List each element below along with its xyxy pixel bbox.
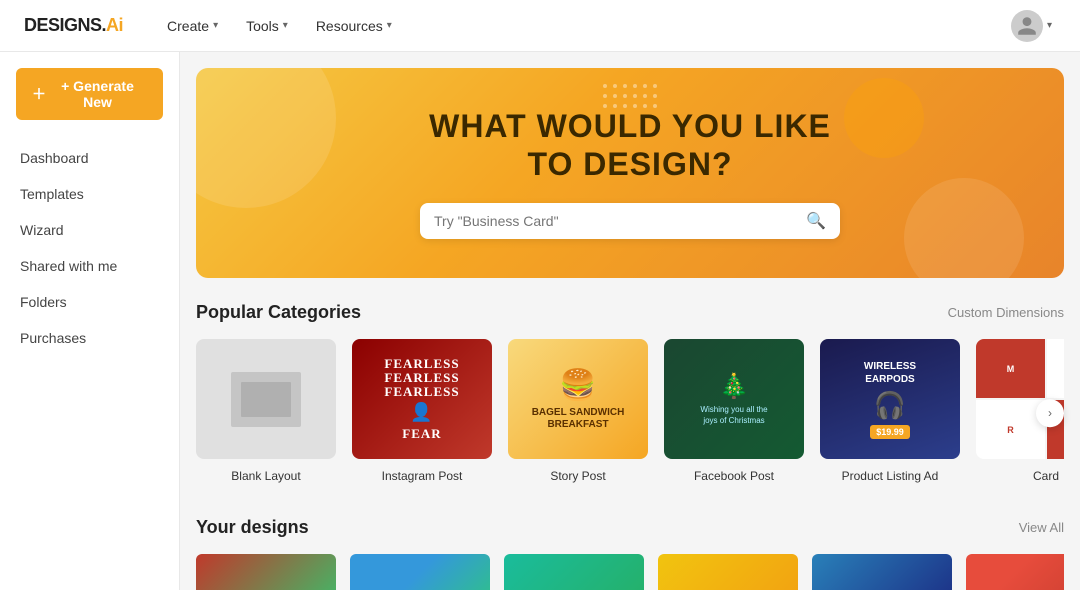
sidebar-label-shared: Shared with me: [20, 258, 117, 274]
categories-title: Popular Categories: [196, 302, 361, 323]
search-input[interactable]: [434, 213, 806, 229]
section-header-designs: Your designs View All: [196, 509, 1064, 538]
main-nav: Create ▾ Tools ▾ Resources ▾: [155, 12, 1007, 40]
chevron-down-icon: ▾: [283, 20, 288, 31]
nav-create[interactable]: Create ▾: [155, 12, 230, 40]
design-thumb-5[interactable]: [812, 554, 952, 590]
chevron-down-icon: ▾: [1047, 20, 1052, 31]
hero-banner: WHAT WOULD YOU LIKE TO DESIGN? 🔍: [196, 68, 1064, 278]
avatar: [1011, 10, 1043, 42]
designs-row: [196, 554, 1064, 590]
category-label-facebook: Facebook Post: [694, 469, 774, 483]
nav-resources-label: Resources: [316, 18, 383, 34]
sidebar-label-templates: Templates: [20, 186, 84, 202]
category-product-listing[interactable]: WIRELESSEARPODS 🎧 $19.99 Product Listing…: [820, 339, 960, 485]
nav-tools[interactable]: Tools ▾: [234, 12, 300, 40]
header-right: ▾: [1007, 6, 1056, 46]
categories-wrapper: Blank Layout FEARLESS FEARLESS FEARLESS …: [196, 339, 1064, 493]
nav-tools-label: Tools: [246, 18, 279, 34]
category-img-story: 🍔 BAGEL SANDWICHBREAKFAST: [508, 339, 648, 459]
main-content: WHAT WOULD YOU LIKE TO DESIGN? 🔍 Popular…: [180, 52, 1080, 590]
sidebar-label-wizard: Wizard: [20, 222, 64, 238]
sidebar-label-purchases: Purchases: [20, 330, 86, 346]
category-label-blank: Blank Layout: [231, 469, 300, 483]
popular-categories-section: Popular Categories Custom Dimensions: [180, 294, 1080, 509]
design-thumb-3[interactable]: [504, 554, 644, 590]
category-story-post[interactable]: 🍔 BAGEL SANDWICHBREAKFAST Story Post: [508, 339, 648, 485]
section-header-categories: Popular Categories Custom Dimensions: [196, 294, 1064, 323]
hero-title-line1: WHAT WOULD YOU LIKE: [429, 107, 831, 145]
logo-text: DESIGNS.Ai: [24, 15, 123, 36]
category-label-instagram: Instagram Post: [382, 469, 463, 483]
category-img-facebook: 🎄 Wishing you all thejoys of Christmas: [664, 339, 804, 459]
custom-dimensions-link[interactable]: Custom Dimensions: [948, 305, 1064, 320]
sidebar-item-templates[interactable]: Templates: [0, 176, 179, 212]
category-img-product: WIRELESSEARPODS 🎧 $19.99: [820, 339, 960, 459]
nav-create-label: Create: [167, 18, 209, 34]
generate-btn-label: + Generate New: [48, 78, 147, 110]
category-label-story: Story Post: [550, 469, 605, 483]
hero-dots: [603, 84, 657, 108]
categories-scroll: Blank Layout FEARLESS FEARLESS FEARLESS …: [196, 339, 1064, 493]
sidebar-item-wizard[interactable]: Wizard: [0, 212, 179, 248]
sidebar-item-folders[interactable]: Folders: [0, 284, 179, 320]
category-img-blank: [196, 339, 336, 459]
category-label-card: Card: [1033, 469, 1059, 483]
chevron-down-icon: ▾: [213, 20, 218, 31]
design-thumb-4[interactable]: [658, 554, 798, 590]
hero-title-line2: TO DESIGN?: [429, 145, 831, 183]
hero-search-bar: 🔍: [420, 203, 840, 239]
search-icon: 🔍: [806, 211, 826, 231]
designs-title: Your designs: [196, 517, 309, 538]
design-thumb-6[interactable]: [966, 554, 1064, 590]
hero-blob-1: [196, 68, 336, 208]
view-all-link[interactable]: View All: [1019, 520, 1064, 535]
sidebar-label-dashboard: Dashboard: [20, 150, 89, 166]
sidebar-item-dashboard[interactable]: Dashboard: [0, 140, 179, 176]
design-thumb-1[interactable]: [196, 554, 336, 590]
sidebar-label-folders: Folders: [20, 294, 67, 310]
category-label-product: Product Listing Ad: [842, 469, 939, 483]
user-avatar-button[interactable]: ▾: [1007, 6, 1056, 46]
layout: ＋ + Generate New Dashboard Templates Wiz…: [0, 52, 1080, 590]
category-blank-layout[interactable]: Blank Layout: [196, 339, 336, 485]
logo-main: DESIGNS.: [24, 15, 106, 35]
your-designs-section: Your designs View All: [180, 509, 1080, 590]
logo-ai: Ai: [106, 15, 123, 35]
scroll-right-arrow[interactable]: ›: [1036, 399, 1064, 427]
chevron-down-icon: ▾: [387, 20, 392, 31]
hero-blob-3: [844, 78, 924, 158]
sidebar: ＋ + Generate New Dashboard Templates Wiz…: [0, 52, 180, 590]
category-img-instagram: FEARLESS FEARLESS FEARLESS 👤 FEAR: [352, 339, 492, 459]
sidebar-item-purchases[interactable]: Purchases: [0, 320, 179, 356]
generate-new-button[interactable]: ＋ + Generate New: [16, 68, 163, 120]
design-thumb-2[interactable]: [350, 554, 490, 590]
hero-title: WHAT WOULD YOU LIKE TO DESIGN?: [429, 107, 831, 184]
category-facebook-post[interactable]: 🎄 Wishing you all thejoys of Christmas F…: [664, 339, 804, 485]
category-instagram-post[interactable]: FEARLESS FEARLESS FEARLESS 👤 FEAR Instag…: [352, 339, 492, 485]
plus-icon: ＋: [32, 84, 46, 104]
hero-blob-2: [904, 178, 1024, 278]
nav-resources[interactable]: Resources ▾: [304, 12, 404, 40]
header: DESIGNS.Ai Create ▾ Tools ▾ Resources ▾ …: [0, 0, 1080, 52]
sidebar-item-shared[interactable]: Shared with me: [0, 248, 179, 284]
logo[interactable]: DESIGNS.Ai: [24, 15, 123, 36]
